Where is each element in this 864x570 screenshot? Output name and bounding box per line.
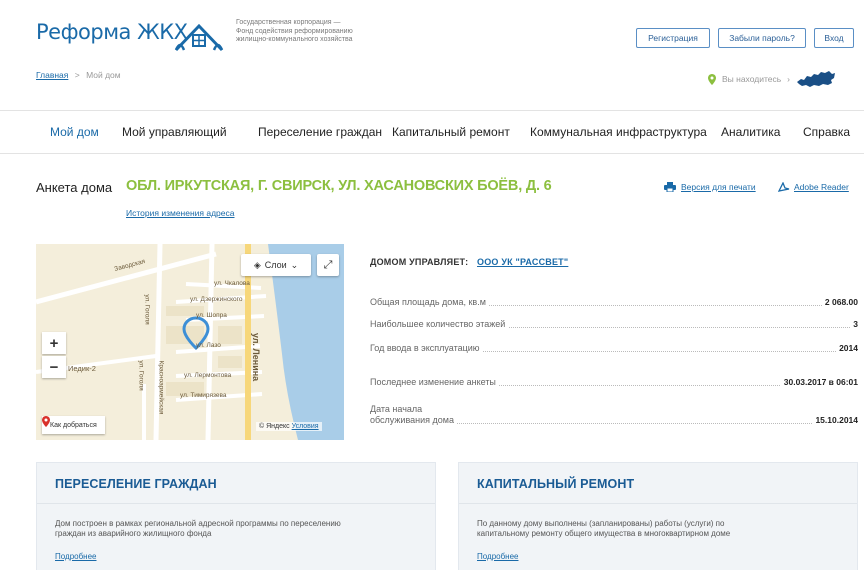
route-label: Как добраться [50, 421, 97, 429]
info-label: Дата начала обслуживания дома [370, 404, 457, 426]
map-fullscreen-button[interactable]: ⤢ [317, 254, 339, 276]
logo-text[interactable]: Реформа ЖКХ [36, 20, 188, 44]
register-button[interactable]: Регистрация [636, 28, 710, 48]
info-value: 3 [850, 319, 858, 330]
card-text-line: Дом построен в рамках региональной адрес… [55, 519, 341, 528]
print-version-link[interactable]: Версия для печати [664, 182, 756, 192]
info-label: Наибольшее количество этажей [370, 319, 509, 330]
map-copyright: © Яндекс Условия [256, 422, 322, 431]
nav-capital-repair[interactable]: Капитальный ремонт [392, 125, 510, 139]
managed-by: ДОМОМ УПРАВЛЯЕТ: ООО УК "РАССВЕТ" [370, 257, 568, 267]
breadcrumb: Главная > Мой дом [36, 70, 121, 80]
adobe-reader-label: Adobe Reader [794, 182, 849, 192]
card-text-line: капитальному ремонту общего имущества в … [477, 529, 731, 538]
main-nav: Мой дом Мой управляющий Переселение граж… [0, 110, 864, 154]
card-more-link[interactable]: Подробнее [477, 552, 519, 561]
layers-label: Слои [264, 260, 287, 270]
breadcrumb-separator: > [74, 70, 80, 80]
map-layers-button[interactable]: ◈ Слои ⌄ [241, 254, 311, 276]
info-label-line: Дата начала [370, 404, 423, 414]
map-zoom-in-button[interactable]: + [42, 332, 66, 354]
street-label: ул. Чкалова [214, 280, 250, 287]
street-label: ул. Дзержинского [190, 296, 243, 303]
location-label: Вы находитесь [722, 74, 782, 84]
card-text-line: По данному дому выполнены (запланированы… [477, 519, 725, 528]
info-value: 30.03.2017 в 06:01 [780, 377, 858, 388]
resettlement-card: ПЕРЕСЕЛЕНИЕ ГРАЖДАН Дом построен в рамка… [36, 462, 436, 570]
nav-my-manager[interactable]: Мой управляющий [122, 125, 227, 139]
card-more-link[interactable]: Подробнее [55, 552, 97, 561]
card-title[interactable]: ПЕРЕСЕЛЕНИЕ ГРАЖДАН [55, 477, 217, 491]
nav-my-house[interactable]: Мой дом [50, 125, 99, 139]
nav-analytics[interactable]: Аналитика [721, 125, 780, 139]
location-separator: › [787, 74, 791, 84]
printer-icon [664, 182, 676, 192]
info-value: 2 068.00 [821, 297, 858, 308]
forgot-password-button[interactable]: Забыли пароль? [718, 28, 806, 48]
info-value: 15.10.2014 [812, 415, 858, 426]
street-label: ул. Лазо [196, 342, 221, 349]
route-pin-icon [42, 416, 50, 427]
street-label: Красноармейская [157, 360, 165, 415]
street-label: ул. Гоголя [143, 294, 151, 325]
breadcrumb-home-link[interactable]: Главная [36, 70, 68, 80]
card-text: По данному дому выполнены (запланированы… [477, 519, 730, 539]
org-line: Фонд содействия реформированию [236, 27, 353, 35]
nav-help[interactable]: Справка [803, 125, 850, 139]
managed-label: ДОМОМ УПРАВЛЯЕТ: [370, 257, 469, 267]
login-button[interactable]: Вход [814, 28, 854, 48]
info-row: Дата начала обслуживания дома 15.10.2014 [370, 400, 858, 426]
info-label: Последнее изменение анкеты [370, 377, 499, 388]
management-company-link[interactable]: ООО УК "РАССВЕТ" [477, 257, 568, 267]
copyright-text: © Яндекс [259, 423, 290, 430]
logo-house-icon[interactable] [172, 22, 226, 52]
russia-map-icon[interactable] [796, 70, 836, 88]
street-label: ул. Шопра [196, 312, 227, 319]
street-label: ул. Гоголя [137, 360, 145, 391]
card-text-line: граждан из аварийного жилищного фонда [55, 529, 212, 538]
location-map[interactable]: Заводская ул. Чкалова ул. Дзержинского у… [36, 244, 344, 440]
street-label: ул. Ленина [251, 332, 262, 382]
card-divider [459, 503, 857, 504]
card-text: Дом построен в рамках региональной адрес… [55, 519, 341, 539]
info-row: Год ввода в эксплуатацию 2014 [370, 340, 858, 354]
print-version-label: Версия для печати [681, 182, 756, 192]
district-label: Иедик-2 [68, 364, 96, 373]
info-label: Год ввода в эксплуатацию [370, 343, 483, 354]
map-terms-link[interactable]: Условия [292, 423, 319, 430]
nav-resettlement[interactable]: Переселение граждан [258, 125, 382, 139]
org-line: Государственная корпорация — [236, 19, 341, 26]
info-label-line: обслуживания дома [370, 415, 454, 425]
info-value: 2014 [836, 343, 858, 354]
chevron-down-icon: ⌄ [290, 259, 299, 270]
info-label: Общая площадь дома, кв.м [370, 297, 489, 308]
info-row: Последнее изменение анкеты 30.03.2017 в … [370, 374, 858, 388]
house-address: ОБЛ. ИРКУТСКАЯ, Г. СВИРСК, УЛ. ХАСАНОВСК… [126, 178, 552, 194]
org-description: Государственная корпорация — Фонд содейс… [236, 19, 353, 45]
card-divider [37, 503, 435, 504]
page-title-label: Анкета дома [36, 180, 113, 195]
capital-repair-card: КАПИТАЛЬНЫЙ РЕМОНТ По данному дому выпол… [458, 462, 858, 570]
street-label: ул. Лермонтова [184, 372, 232, 379]
info-row: Общая площадь дома, кв.м 2 068.00 [370, 294, 858, 308]
address-history-link[interactable]: История изменения адреса [126, 208, 235, 218]
card-title[interactable]: КАПИТАЛЬНЫЙ РЕМОНТ [477, 477, 634, 491]
org-line: жилищно-коммунального хозяйства [236, 36, 353, 43]
location-pin-icon [708, 73, 716, 85]
adobe-reader-link[interactable]: Adobe Reader [778, 182, 849, 192]
nav-utility-infrastructure[interactable]: Коммунальная инфраструктура [530, 125, 707, 139]
expand-icon: ⤢ [323, 258, 333, 271]
map-route-button[interactable]: Как добраться [42, 416, 105, 434]
layers-icon: ◈ [253, 259, 261, 270]
info-row: Наибольшее количество этажей 3 [370, 316, 858, 330]
street-label: ул. Тимирязева [180, 392, 227, 399]
breadcrumb-current: Мой дом [86, 70, 121, 80]
location-indicator[interactable]: Вы находитесь › [708, 70, 836, 88]
map-zoom-out-button[interactable]: − [42, 356, 66, 378]
adobe-reader-icon [778, 182, 790, 192]
